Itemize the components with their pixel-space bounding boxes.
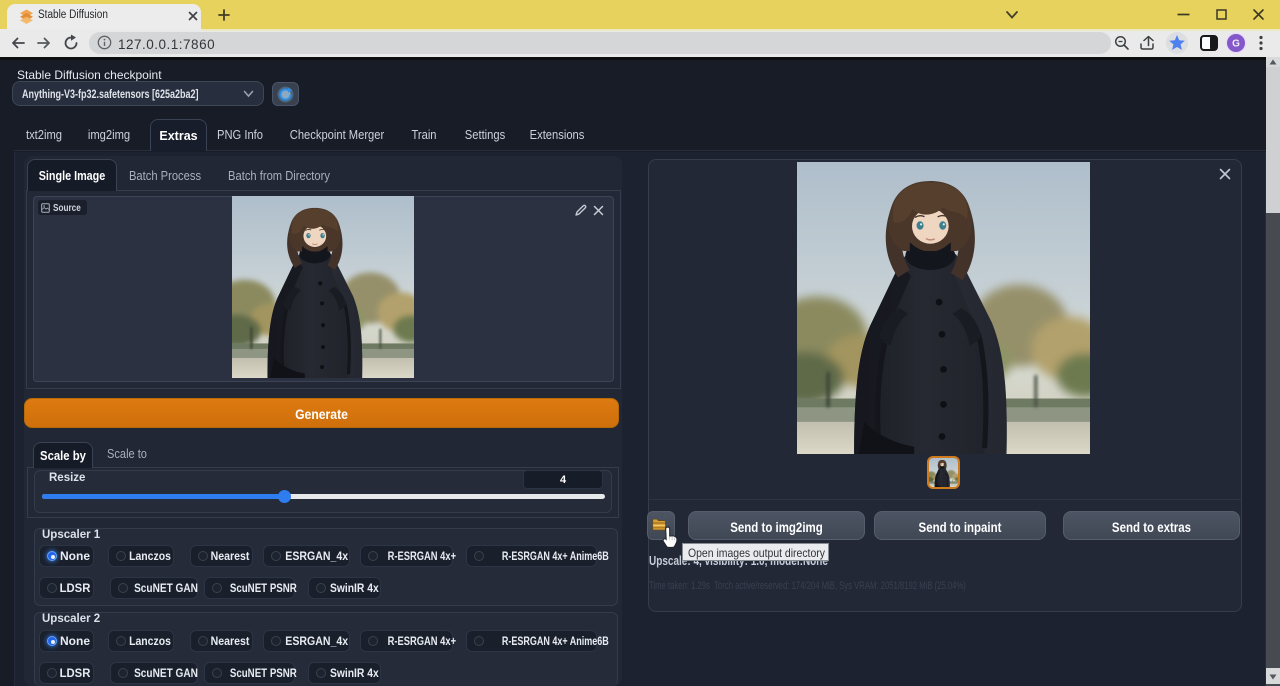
svg-text:G: G — [1232, 39, 1240, 50]
